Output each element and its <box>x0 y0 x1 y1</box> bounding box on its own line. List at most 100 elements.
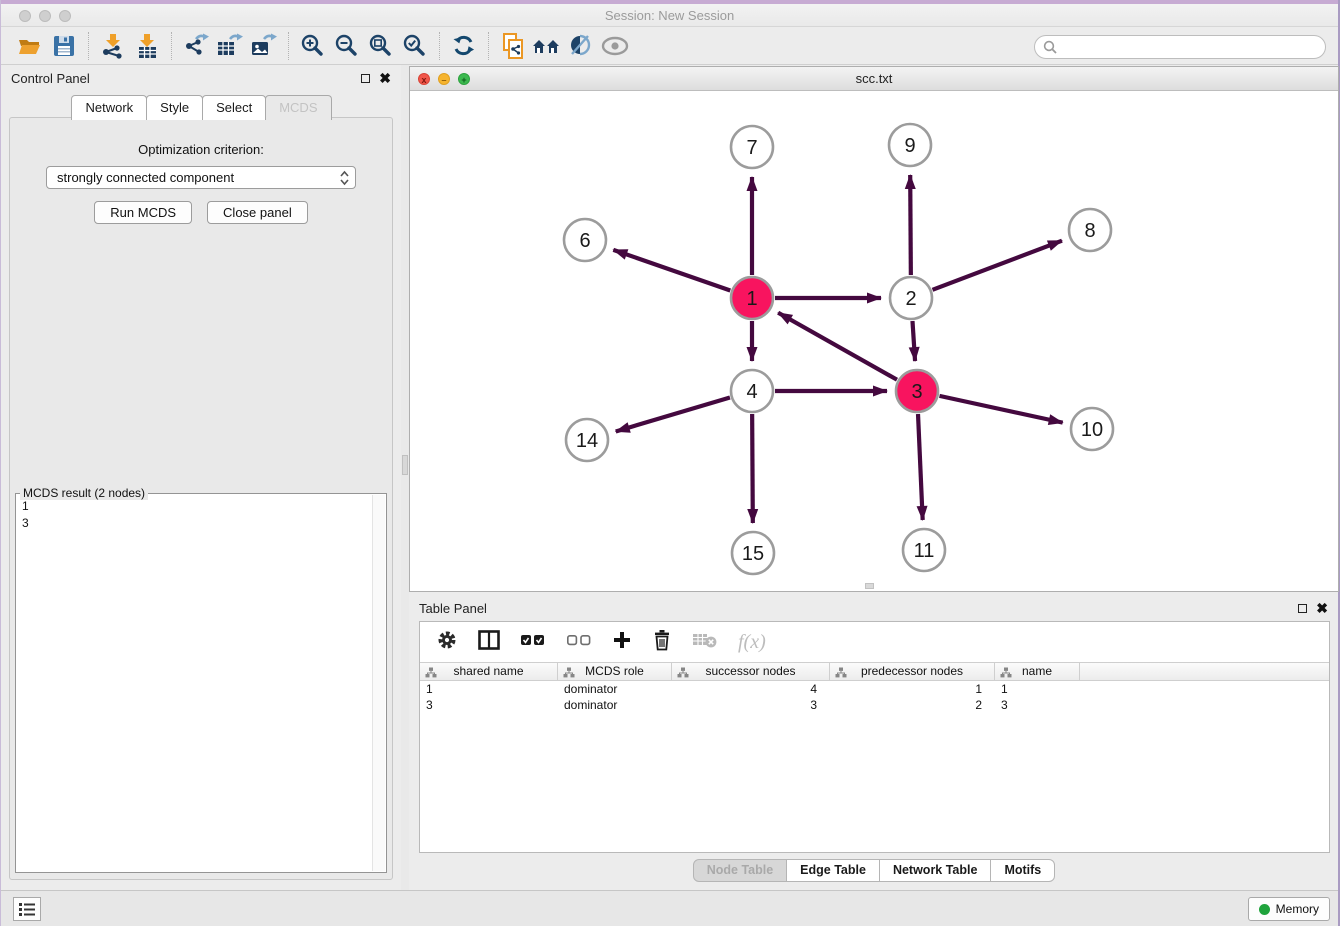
tab-style[interactable]: Style <box>146 95 203 120</box>
run-mcds-button[interactable]: Run MCDS <box>94 201 192 224</box>
export-table-icon[interactable] <box>213 31 247 61</box>
zoom-out-icon[interactable] <box>330 31 364 61</box>
memory-button[interactable]: Memory <box>1248 897 1330 921</box>
node-10[interactable]: 10 <box>1071 408 1113 450</box>
table-row[interactable]: 1dominator411 <box>420 681 1329 697</box>
result-scrollbar[interactable] <box>372 495 385 871</box>
hide-selected-icon[interactable] <box>564 31 598 61</box>
edge-3-10[interactable] <box>939 396 1062 423</box>
import-table-icon[interactable] <box>130 31 164 61</box>
first-neighbors-icon[interactable] <box>530 31 564 61</box>
node-2[interactable]: 2 <box>890 277 932 319</box>
edge-2-3[interactable] <box>912 321 915 361</box>
refresh-layout-icon[interactable] <box>447 31 481 61</box>
edge-4-14[interactable] <box>616 398 730 432</box>
mcds-panel: Optimization criterion: strongly connect… <box>9 117 393 880</box>
tab-network-table[interactable]: Network Table <box>879 859 992 882</box>
function-builder-icon: f(x) <box>738 631 766 654</box>
select-all-columns-icon[interactable] <box>520 633 546 652</box>
node-9[interactable]: 9 <box>889 124 931 166</box>
edge-1-6[interactable] <box>613 250 730 291</box>
tab-mcds[interactable]: MCDS <box>265 95 331 120</box>
tab-select[interactable]: Select <box>202 95 266 120</box>
edge-2-8[interactable] <box>933 241 1062 290</box>
node-7[interactable]: 7 <box>731 126 773 168</box>
tab-node-table[interactable]: Node Table <box>693 859 787 882</box>
float-panel-icon[interactable] <box>361 74 370 83</box>
svg-text:14: 14 <box>576 430 598 452</box>
column-header-predecessor-nodes[interactable]: predecessor nodes <box>830 663 995 680</box>
zoom-selected-icon[interactable] <box>398 31 432 61</box>
memory-label: Memory <box>1276 902 1319 916</box>
edge-3-1[interactable] <box>778 313 897 380</box>
settings-gear-icon[interactable] <box>436 629 458 656</box>
cell-MCDS-role[interactable]: dominator <box>558 697 672 713</box>
cell-successor-nodes[interactable]: 4 <box>672 681 830 697</box>
edge-2-9[interactable] <box>910 175 911 275</box>
cell-name[interactable]: 3 <box>995 697 1080 713</box>
tab-motifs[interactable]: Motifs <box>990 859 1055 882</box>
table-toolbar: f(x) <box>420 622 1329 662</box>
add-row-icon[interactable] <box>612 630 632 655</box>
deselect-all-columns-icon[interactable] <box>566 633 592 652</box>
svg-text:11: 11 <box>914 540 935 562</box>
column-view-icon[interactable] <box>478 630 500 655</box>
export-network-icon[interactable] <box>179 31 213 61</box>
clone-network-icon[interactable] <box>496 31 530 61</box>
close-panel-button[interactable]: Close panel <box>207 201 308 224</box>
table-header-row: shared nameMCDS rolesuccessor nodesprede… <box>420 662 1329 681</box>
search-field[interactable] <box>1034 35 1326 59</box>
toolbar-separator <box>88 32 89 60</box>
cell-name[interactable]: 1 <box>995 681 1080 697</box>
tab-network[interactable]: Network <box>71 95 147 120</box>
node-1[interactable]: 1 <box>731 277 773 319</box>
network-window-titlebar[interactable]: x – + scc.txt <box>410 67 1338 91</box>
zoom-in-icon[interactable] <box>296 31 330 61</box>
canvas-resize-grip[interactable] <box>865 583 874 589</box>
cell-predecessor-nodes[interactable]: 2 <box>830 697 995 713</box>
control-panel: Control Panel ✖ NetworkStyleSelectMCDS O… <box>1 65 401 890</box>
node-8[interactable]: 8 <box>1069 209 1111 251</box>
node-6[interactable]: 6 <box>564 219 606 261</box>
open-session-icon[interactable] <box>13 31 47 61</box>
node-11[interactable]: 11 <box>903 529 945 571</box>
svg-text:15: 15 <box>742 543 764 565</box>
splitter-grip[interactable] <box>402 455 408 475</box>
column-header-successor-nodes[interactable]: successor nodes <box>672 663 830 680</box>
edge-4-15[interactable] <box>752 414 753 523</box>
close-table-panel-icon[interactable]: ✖ <box>1316 603 1328 613</box>
mcds-result-text[interactable]: 1 3 <box>18 496 370 870</box>
node-15[interactable]: 15 <box>732 532 774 574</box>
export-image-icon[interactable] <box>247 31 281 61</box>
edge-3-11[interactable] <box>918 414 923 520</box>
toolbar-separator <box>171 32 172 60</box>
close-panel-icon[interactable]: ✖ <box>379 73 391 83</box>
float-table-panel-icon[interactable] <box>1298 604 1307 613</box>
svg-text:9: 9 <box>904 135 915 157</box>
network-graph[interactable]: 7 9 6 8 1 2 4 3 14 10 15 11 <box>410 91 1338 591</box>
search-input[interactable] <box>1057 37 1325 57</box>
network-canvas[interactable]: 7 9 6 8 1 2 4 3 14 10 15 11 <box>410 91 1338 591</box>
svg-text:3: 3 <box>911 381 922 403</box>
tab-edge-table[interactable]: Edge Table <box>786 859 880 882</box>
node-14[interactable]: 14 <box>566 419 608 461</box>
import-network-icon[interactable] <box>96 31 130 61</box>
optimization-criterion-select[interactable]: strongly connected component <box>46 166 356 189</box>
zoom-fit-icon[interactable] <box>364 31 398 61</box>
cell-predecessor-nodes[interactable]: 1 <box>830 681 995 697</box>
column-header-shared-name[interactable]: shared name <box>420 663 558 680</box>
node-3[interactable]: 3 <box>896 370 938 412</box>
cell-shared-name[interactable]: 3 <box>420 697 558 713</box>
delete-row-icon[interactable] <box>652 629 672 656</box>
column-header-MCDS-role[interactable]: MCDS role <box>558 663 672 680</box>
panel-splitter[interactable] <box>401 65 409 890</box>
save-session-icon[interactable] <box>47 31 81 61</box>
node-4[interactable]: 4 <box>731 370 773 412</box>
selected-criterion: strongly connected component <box>57 170 340 185</box>
cell-successor-nodes[interactable]: 3 <box>672 697 830 713</box>
column-header-name[interactable]: name <box>995 663 1080 680</box>
task-history-button[interactable] <box>13 897 41 921</box>
cell-MCDS-role[interactable]: dominator <box>558 681 672 697</box>
cell-shared-name[interactable]: 1 <box>420 681 558 697</box>
table-row[interactable]: 3dominator323 <box>420 697 1329 713</box>
